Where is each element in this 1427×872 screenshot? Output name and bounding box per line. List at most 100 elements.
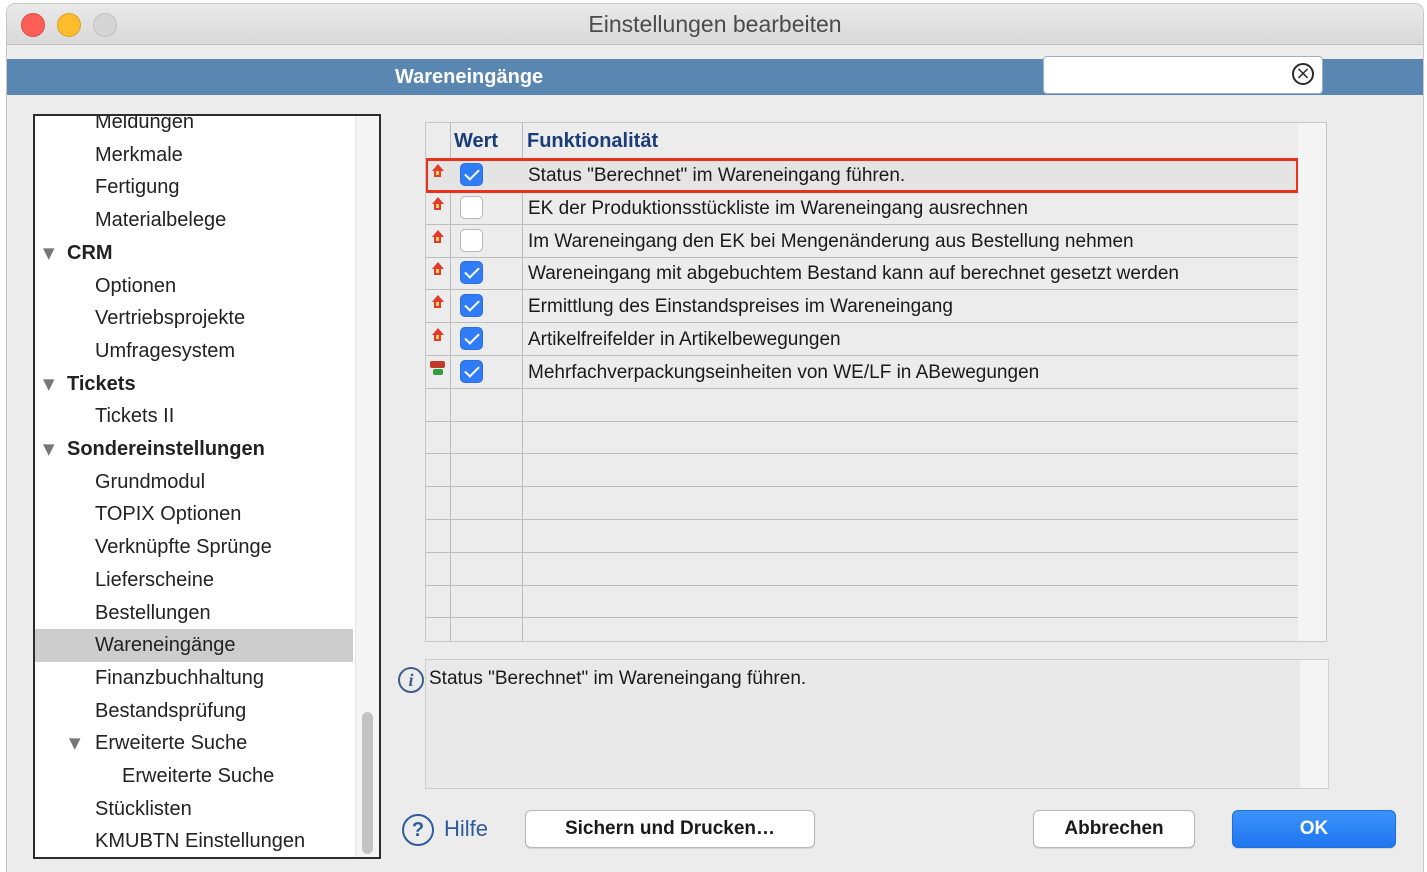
function-label: EK der Produktionsstückliste im Warenein… <box>528 197 1028 219</box>
sidebar-item-label: KMUBTN Einstellungen <box>95 830 306 853</box>
section-title: Wareneingänge <box>395 66 544 88</box>
sidebar-item-label: Optionen <box>95 274 177 297</box>
function-label: Im Wareneingang den EK bei Mengenänderun… <box>528 230 1134 252</box>
value-checkbox[interactable] <box>460 327 483 350</box>
search-input[interactable] <box>1052 61 1286 91</box>
sidebar-item[interactable]: Verknüpfte Sprünge <box>35 531 353 564</box>
value-checkbox[interactable] <box>460 294 483 318</box>
table-row[interactable]: Status "Berechnet" im Wareneingang führe… <box>426 158 1299 193</box>
function-label: Ermittlung des Einstandspreises im Waren… <box>528 296 953 318</box>
table-row[interactable]: Mehrfachverpackungseinheiten von WE/LF i… <box>426 356 1298 389</box>
clear-search-icon[interactable]: × <box>1292 63 1314 85</box>
value-checkbox[interactable] <box>460 359 483 383</box>
table-row[interactable]: Artikelfreifelder in Artikelbewegungen <box>426 323 1298 356</box>
disclosure-triangle-icon[interactable]: ▼ <box>43 368 55 401</box>
sidebar-scroll-thumb[interactable] <box>362 712 373 854</box>
sidebar-item[interactable]: Fertigung <box>35 171 353 204</box>
house-up-icon <box>429 260 447 278</box>
sidebar-item[interactable]: KMUBTN Einstellungen <box>35 825 353 857</box>
sidebar-item-label: CRM <box>67 241 113 264</box>
sidebar-item-label: Wareneingänge <box>95 634 236 657</box>
house-up-icon <box>429 162 447 180</box>
sidebar-item[interactable]: Materialbelege <box>35 204 353 237</box>
info-icon: i <box>398 667 424 693</box>
settings-table: Wert Funktionalität Status "Berechnet" i… <box>425 122 1327 642</box>
table-row <box>426 618 1298 641</box>
disclosure-triangle-icon[interactable]: ▼ <box>43 237 55 270</box>
table-row[interactable]: Wareneingang mit abgebuchtem Bestand kan… <box>426 257 1298 291</box>
title-bar: Einstellungen bearbeiten <box>7 4 1423 45</box>
table-scrollbar[interactable] <box>1298 123 1326 641</box>
table-row <box>426 421 1298 455</box>
sidebar-item[interactable]: TOPIX Optionen <box>35 498 353 531</box>
column-header-function[interactable]: Funktionalität <box>527 123 658 157</box>
sidebar-item[interactable]: Bestandsprüfung <box>35 695 353 728</box>
sidebar-item[interactable]: Bestellungen <box>35 597 353 630</box>
sidebar-item[interactable]: Finanzbuchhaltung <box>35 662 353 695</box>
house-up-icon <box>429 293 447 311</box>
table-row[interactable]: Ermittlung des Einstandspreises im Waren… <box>426 290 1298 324</box>
sidebar-item-label: Grundmodul <box>95 470 206 493</box>
table-row <box>426 454 1298 488</box>
function-label: Status "Berechnet" im Wareneingang führe… <box>528 165 906 186</box>
sidebar-item[interactable]: Lieferscheine <box>35 564 353 597</box>
description-scrollbar[interactable] <box>1300 660 1328 788</box>
help-link[interactable]: Hilfe <box>444 816 488 842</box>
multi-package-icon <box>429 359 447 377</box>
cancel-button[interactable]: Abbrechen <box>1033 810 1195 848</box>
column-header-value[interactable]: Wert <box>454 123 498 157</box>
description-text: Status "Berechnet" im Wareneingang führe… <box>429 668 807 689</box>
sidebar-item[interactable]: ▼ Sondereinstellungen <box>35 433 353 466</box>
sidebar-item-label: Stücklisten <box>95 797 192 820</box>
table-row[interactable]: EK der Produktionsstückliste im Warenein… <box>426 192 1298 225</box>
function-label: Artikelfreifelder in Artikelbewegungen <box>528 329 841 350</box>
sidebar-item-label: Materialbelege <box>95 209 227 232</box>
function-label: Wareneingang mit abgebuchtem Bestand kan… <box>528 263 1179 285</box>
table-row <box>426 487 1298 520</box>
sidebar-item[interactable]: Meldungen <box>35 114 353 139</box>
save-and-print-button[interactable]: Sichern und Drucken… <box>525 810 815 848</box>
house-up-icon <box>429 228 447 246</box>
sidebar-item-label: Vertriebsprojekte <box>95 307 246 330</box>
sidebar-item-label: Verknüpfte Sprünge <box>95 536 272 559</box>
value-checkbox[interactable] <box>460 195 483 219</box>
table-row <box>426 585 1298 619</box>
value-checkbox[interactable] <box>460 228 483 252</box>
sidebar-item[interactable]: Umfragesystem <box>35 335 353 368</box>
sidebar-item-label: Tickets <box>67 372 136 395</box>
value-checkbox[interactable] <box>460 163 483 186</box>
sidebar-item-label: Sondereinstellungen <box>67 438 265 460</box>
sidebar-scrollbar[interactable] <box>355 116 379 857</box>
sidebar-item-label: Umfragesystem <box>95 339 236 362</box>
sidebar-item[interactable]: Merkmale <box>35 139 353 172</box>
table-row[interactable]: Im Wareneingang den EK bei Mengenänderun… <box>426 225 1298 258</box>
sidebar-item[interactable]: Vertriebsprojekte <box>35 302 353 335</box>
ok-button[interactable]: OK <box>1232 810 1396 848</box>
help-icon[interactable]: ? <box>402 814 434 846</box>
disclosure-triangle-icon[interactable]: ▼ <box>69 727 81 760</box>
sidebar-item-label: Bestellungen <box>95 601 211 624</box>
sidebar-item-label: Meldungen <box>95 114 194 133</box>
value-checkbox[interactable] <box>460 261 483 285</box>
sidebar-item[interactable]: Optionen <box>35 270 353 303</box>
sidebar-item-label: Erweiterte Suche <box>95 732 248 755</box>
sidebar-item-label: Erweiterte Suche <box>122 765 275 787</box>
house-up-icon <box>429 326 447 344</box>
table-row <box>426 520 1298 553</box>
description-panel: Status "Berechnet" im Wareneingang führe… <box>425 659 1329 789</box>
sidebar-item[interactable]: Tickets II <box>35 400 353 433</box>
sidebar-item[interactable]: Wareneingänge <box>35 629 353 663</box>
sidebar-item-label: Finanzbuchhaltung <box>95 666 265 689</box>
sidebar-item[interactable]: Stücklisten <box>35 793 353 826</box>
sidebar-item[interactable]: ▼ Tickets <box>35 368 353 401</box>
disclosure-triangle-icon[interactable]: ▼ <box>43 433 55 466</box>
sidebar-item-label: Merkmale <box>95 143 183 166</box>
sidebar-item-label: TOPIX Optionen <box>95 503 242 526</box>
table-row <box>426 553 1298 586</box>
sidebar-item[interactable]: Grundmodul <box>35 466 353 499</box>
window-title: Einstellungen bearbeiten <box>588 11 842 37</box>
search-field[interactable]: × <box>1043 56 1323 94</box>
sidebar-item[interactable]: ▼ CRM <box>35 237 353 270</box>
sidebar-item[interactable]: Erweiterte Suche <box>35 760 353 793</box>
sidebar-item[interactable]: ▼ Erweiterte Suche <box>35 727 353 760</box>
